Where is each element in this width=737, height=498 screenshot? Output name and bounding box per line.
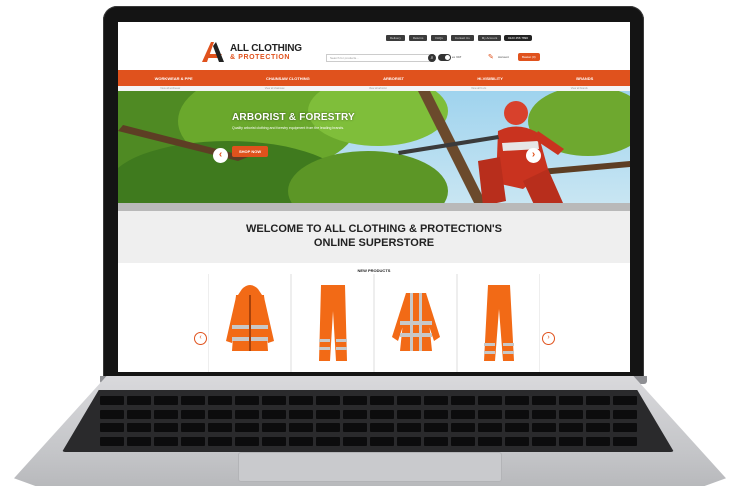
top-links: Delivery Returns FAQs Contact Us My Acco…	[386, 35, 502, 41]
top-link-returns[interactable]: Returns	[408, 35, 428, 41]
nav-sub-brands[interactable]: View all brands	[571, 87, 588, 90]
hero-banner[interactable]: ARBORIST & FORESTRY Quality arborist clo…	[118, 91, 630, 211]
laptop-screen: Delivery Returns FAQs Contact Us My Acco…	[118, 22, 630, 372]
account-icon[interactable]: ✎	[488, 53, 494, 61]
nav-sub-arborist[interactable]: View all arborist	[369, 87, 387, 90]
nav-sub-hivis[interactable]: View all hi-vis	[471, 87, 486, 90]
nav-item-arborist[interactable]: ARBORIST	[383, 76, 404, 81]
nav-item-hivis[interactable]: HI-VISIBILITY	[477, 76, 503, 81]
top-link-faqs[interactable]: FAQs	[431, 35, 447, 41]
product-card-hivis-jacket[interactable]	[208, 274, 291, 372]
new-products-title: NEW PRODUCTS	[357, 268, 391, 273]
account-label[interactable]: Account	[498, 55, 509, 59]
products-prev-arrow-icon[interactable]: ‹	[194, 332, 207, 345]
hero-cta-button[interactable]: SHOP NOW	[232, 146, 269, 157]
logo-line2: & PROTECTION	[230, 53, 291, 61]
nav-item-brands[interactable]: BRANDS	[576, 76, 593, 81]
top-link-account[interactable]: My Account	[477, 35, 502, 41]
hero-subtitle: Quality arborist clothing and forestry e…	[232, 126, 345, 130]
welcome-section: WELCOME TO ALL CLOTHING & PROTECTION'S O…	[118, 211, 630, 263]
welcome-line2: ONLINE SUPERSTORE	[313, 237, 435, 249]
vat-label: ex VAT	[452, 55, 462, 59]
phone-number[interactable]: 0123 456 7890	[504, 35, 533, 41]
trackpad	[238, 452, 502, 482]
nav-sub-workwear[interactable]: View all workwear	[160, 87, 180, 90]
vat-toggle[interactable]	[438, 54, 451, 61]
logo-mark-icon	[202, 42, 224, 62]
nav-item-workwear[interactable]: WORKWEAR & PPE	[155, 76, 193, 81]
hivis-fleece-image	[391, 293, 440, 351]
product-card-hivis-overtrousers[interactable]	[457, 274, 540, 372]
product-card-hivis-fleece[interactable]	[374, 274, 457, 372]
nav-item-chainsaw[interactable]: CHAINSAW CLOTHING	[266, 76, 310, 81]
welcome-line1: WELCOME TO ALL CLOTHING & PROTECTION'S	[245, 223, 503, 235]
top-link-contact[interactable]: Contact Us	[450, 35, 474, 41]
basket-button[interactable]: Basket (0)	[518, 53, 540, 61]
hero-next-arrow-icon[interactable]: ›	[526, 148, 541, 163]
main-nav: WORKWEAR & PPE CHAINSAW CLOTHING ARBORIS…	[118, 70, 630, 86]
search-icon[interactable]: ⌕	[428, 54, 436, 62]
products-next-arrow-icon[interactable]: ›	[542, 332, 555, 345]
search-input[interactable]: Search for products...	[326, 54, 434, 62]
hero-prev-arrow-icon[interactable]: ‹	[213, 148, 228, 163]
product-card-hivis-trousers[interactable]	[291, 274, 374, 372]
hivis-jacket-image	[225, 285, 274, 351]
keyboard	[62, 390, 674, 452]
logo-line1: ALL CLOTHING	[230, 42, 302, 54]
new-products-carousel	[208, 274, 540, 372]
hivis-overtrousers-image	[483, 285, 514, 361]
site-logo[interactable]: ALL CLOTHING & PROTECTION	[200, 40, 302, 64]
hero-image	[118, 91, 630, 211]
nav-sub-chainsaw[interactable]: View all chainsaw	[265, 87, 285, 90]
hero-title: ARBORIST & FORESTRY	[232, 112, 355, 123]
hivis-trousers-image	[318, 285, 347, 361]
top-link-delivery[interactable]: Delivery	[386, 35, 405, 41]
